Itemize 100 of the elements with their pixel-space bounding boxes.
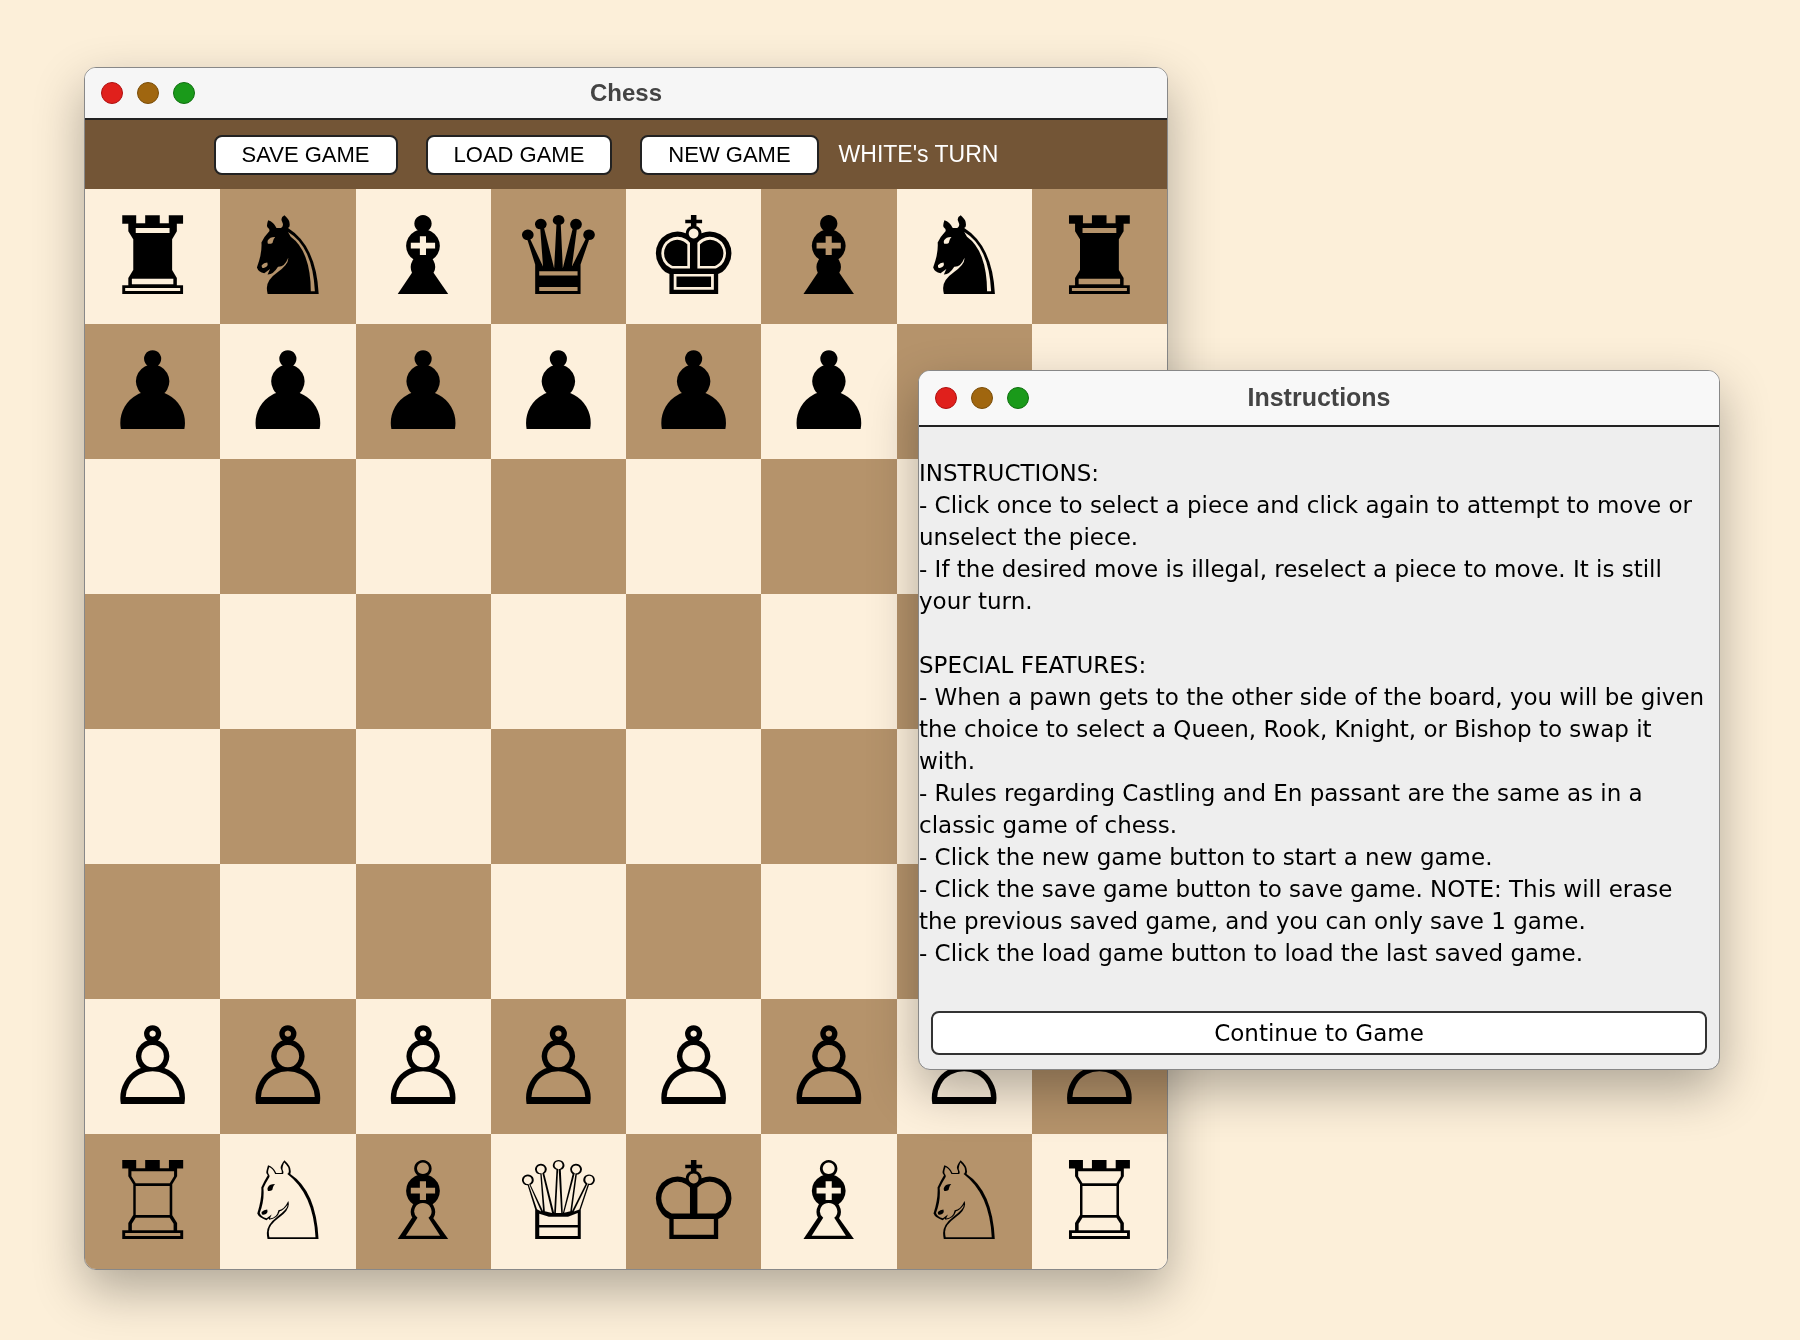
chess-piece[interactable]: ♙ — [645, 1012, 743, 1121]
board-square[interactable]: ♙ — [85, 999, 221, 1134]
chess-piece[interactable]: ♘ — [239, 1147, 337, 1256]
board-square[interactable] — [220, 459, 356, 594]
board-square[interactable]: ♞ — [896, 189, 1032, 324]
instruction-text: - When a pawn gets to the other side of the board, you will be given the choice to select a Queen, Rook, Knight, or Bishop to swap it with. — [919, 683, 1706, 776]
instruction-text: - Rules regarding Castling and En passant are the same as in a classic game of chess. — [919, 779, 1644, 840]
board-square[interactable]: ♖ — [1031, 1134, 1167, 1269]
board-square[interactable]: ♚ — [626, 189, 762, 324]
chess-piece[interactable]: ♚ — [645, 202, 743, 311]
board-square[interactable] — [85, 594, 221, 729]
maximize-light[interactable] — [173, 82, 195, 104]
board-square[interactable]: ♜ — [1031, 189, 1167, 324]
board-square[interactable]: ♘ — [896, 1134, 1032, 1269]
board-square[interactable] — [220, 864, 356, 999]
board-square[interactable] — [85, 864, 221, 999]
board-square[interactable] — [626, 864, 762, 999]
board-square[interactable]: ♙ — [355, 999, 491, 1134]
board-square[interactable] — [355, 864, 491, 999]
board-square[interactable] — [490, 594, 626, 729]
chess-piece[interactable]: ♙ — [104, 1012, 202, 1121]
board-square[interactable]: ♔ — [626, 1134, 762, 1269]
chess-piece[interactable]: ♙ — [239, 1012, 337, 1121]
chess-piece[interactable]: ♙ — [780, 1012, 878, 1121]
chess-piece[interactable]: ♗ — [374, 1147, 472, 1256]
board-square[interactable] — [490, 729, 626, 864]
window-title: Chess — [590, 78, 662, 108]
chess-piece[interactable]: ♟ — [645, 337, 743, 446]
chess-piece[interactable]: ♛ — [509, 202, 607, 311]
continue-button[interactable]: Continue to Game — [931, 1011, 1707, 1055]
chess-piece[interactable]: ♕ — [509, 1147, 607, 1256]
board-square[interactable]: ♙ — [490, 999, 626, 1134]
board-square[interactable] — [355, 594, 491, 729]
board-square[interactable] — [761, 594, 897, 729]
board-square[interactable]: ♙ — [220, 999, 356, 1134]
board-square[interactable] — [355, 729, 491, 864]
chess-piece[interactable]: ♙ — [374, 1012, 472, 1121]
board-square[interactable] — [85, 459, 221, 594]
board-square[interactable] — [85, 729, 221, 864]
board-square[interactable] — [490, 459, 626, 594]
board-square[interactable] — [761, 459, 897, 594]
chess-piece[interactable]: ♝ — [780, 202, 878, 311]
chess-piece[interactable]: ♙ — [509, 1012, 607, 1121]
board-square[interactable]: ♖ — [85, 1134, 221, 1269]
chess-piece[interactable]: ♟ — [104, 337, 202, 446]
board-square[interactable] — [761, 864, 897, 999]
board-square[interactable]: ♞ — [220, 189, 356, 324]
board-square[interactable] — [220, 729, 356, 864]
chess-piece[interactable]: ♟ — [509, 337, 607, 446]
close-light[interactable] — [935, 387, 957, 409]
board-square[interactable]: ♗ — [761, 1134, 897, 1269]
instruction-text: - If the desired move is illegal, reselect a piece to move. It is still your turn. — [919, 555, 1663, 616]
maximize-light[interactable] — [1007, 387, 1029, 409]
board-square[interactable]: ♛ — [490, 189, 626, 324]
chess-piece[interactable]: ♖ — [1050, 1147, 1148, 1256]
board-square[interactable]: ♜ — [85, 189, 221, 324]
close-light[interactable] — [101, 82, 123, 104]
board-square[interactable] — [626, 594, 762, 729]
chess-piece[interactable]: ♞ — [239, 202, 337, 311]
board-square[interactable] — [490, 864, 626, 999]
board-square[interactable]: ♗ — [355, 1134, 491, 1269]
chess-piece[interactable]: ♝ — [374, 202, 472, 311]
board-square[interactable] — [761, 729, 897, 864]
chess-piece[interactable]: ♜ — [1050, 202, 1148, 311]
toolbar-button[interactable]: NEW GAME — [640, 134, 819, 175]
instruction-text: - Click the load game button to load the last saved game. — [919, 939, 1584, 968]
chess-piece[interactable]: ♗ — [780, 1147, 878, 1256]
toolbar-button[interactable]: LOAD GAME — [425, 134, 613, 175]
board-square[interactable]: ♟ — [355, 324, 491, 459]
board-square[interactable]: ♟ — [85, 324, 221, 459]
instruction-text: SPECIAL FEATURES: — [919, 651, 1148, 680]
chess-piece[interactable]: ♟ — [780, 337, 878, 446]
board-square[interactable] — [626, 729, 762, 864]
toolbar-button[interactable]: SAVE GAME — [213, 134, 398, 175]
chess-piece[interactable]: ♟ — [239, 337, 337, 446]
board-square[interactable]: ♕ — [490, 1134, 626, 1269]
board-square[interactable]: ♟ — [220, 324, 356, 459]
chess-piece[interactable]: ♜ — [104, 202, 202, 311]
chess-piece[interactable]: ♘ — [915, 1147, 1013, 1256]
board-square[interactable]: ♟ — [761, 324, 897, 459]
board-square[interactable]: ♟ — [626, 324, 762, 459]
window-title: Instructions — [1247, 382, 1391, 414]
board-square[interactable]: ♟ — [490, 324, 626, 459]
chess-piece[interactable]: ♟ — [374, 337, 472, 446]
board-square[interactable] — [220, 594, 356, 729]
chess-piece[interactable]: ♞ — [915, 202, 1013, 311]
chess-piece[interactable]: ♖ — [104, 1147, 202, 1256]
board-square[interactable]: ♝ — [761, 189, 897, 324]
board-square[interactable]: ♙ — [761, 999, 897, 1134]
board-square[interactable]: ♙ — [626, 999, 762, 1134]
minimize-light[interactable] — [137, 82, 159, 104]
board-square[interactable] — [626, 459, 762, 594]
instruction-text: - Click the new game button to start a new game. — [919, 843, 1494, 872]
board-square[interactable]: ♘ — [220, 1134, 356, 1269]
turn-status: WHITE's TURN — [838, 140, 999, 170]
chess-piece[interactable]: ♔ — [645, 1147, 743, 1256]
board-square[interactable]: ♝ — [355, 189, 491, 324]
board-square[interactable] — [355, 459, 491, 594]
minimize-light[interactable] — [971, 387, 993, 409]
instruction-text: - Click once to select a piece and click again to attempt to move or unselect the piece. — [919, 491, 1694, 552]
